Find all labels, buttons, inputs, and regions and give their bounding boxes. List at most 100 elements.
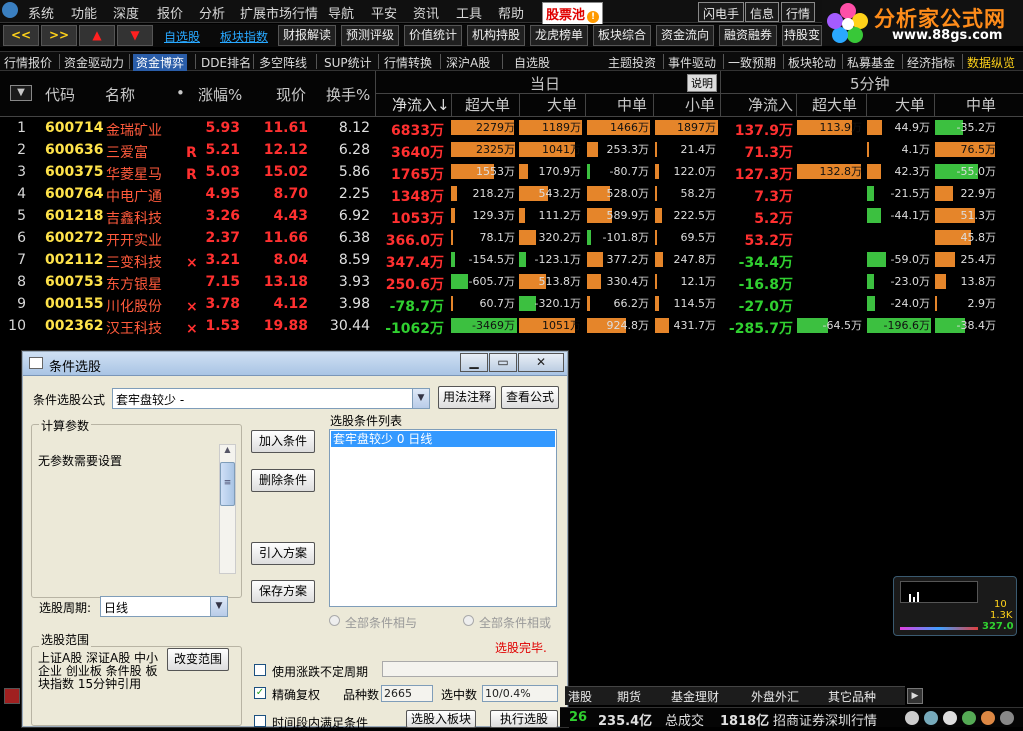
tab-sh-sz-a[interactable]: 深沪A股 (446, 54, 490, 71)
network-icon[interactable] (924, 711, 938, 725)
table-row[interactable]: 10 002362 汉王科技 × 1.53 19.88 30.44 -1062万 -285.7万… (0, 315, 1023, 337)
stock-name[interactable]: 三变科技 (106, 252, 162, 272)
to-block-button[interactable]: 选股入板块 (406, 710, 476, 728)
value-stats-button[interactable]: 价值统计 (404, 25, 462, 46)
chevron-down-icon[interactable]: ▼ (210, 597, 227, 616)
dialog-titlebar[interactable]: 条件选股 ▁ ▭ ✕ (23, 352, 567, 376)
stock-name[interactable]: 开开实业 (106, 230, 162, 250)
col-change-pct[interactable]: 涨幅% (198, 84, 242, 105)
tab-futures[interactable]: 期货 (617, 688, 641, 705)
stock-name[interactable]: 金瑞矿业 (106, 120, 162, 140)
radio-all-or[interactable] (463, 615, 474, 626)
sort-dropdown-icon[interactable]: ▼ (10, 85, 32, 101)
menu-function[interactable]: 功能 (71, 3, 97, 22)
stock-code[interactable]: 002112 (45, 252, 103, 268)
col-large[interactable]: 大单 (547, 94, 577, 115)
financial-report-button[interactable]: 财报解读 (278, 25, 336, 46)
col-code[interactable]: 代码 (45, 84, 75, 105)
page-forward-button[interactable]: >> (41, 25, 77, 46)
col-5min-large[interactable]: 大单 (895, 94, 925, 115)
import-scheme-button[interactable]: 引入方案 (251, 542, 315, 565)
tab-quotes[interactable]: 行情报价 (4, 54, 52, 71)
col-5min-net-inflow[interactable]: 净流入 (748, 94, 793, 115)
stock-code[interactable]: 600753 (45, 274, 103, 290)
col-5min-super-large[interactable]: 超大单 (812, 94, 857, 115)
table-row[interactable]: 3 600375 华菱星马 R 5.03 15.02 5.86 1765万 127.3万 1553… (0, 161, 1023, 183)
down-arrow-button[interactable]: ▼ (117, 25, 153, 46)
tab-scroll-right-icon[interactable]: ▶ (907, 688, 923, 704)
col-name[interactable]: 名称 (105, 84, 135, 105)
stock-name[interactable]: 中电广通 (106, 186, 162, 206)
menu-stock-pool[interactable]: 股票池! (542, 2, 604, 25)
col-turnover[interactable]: 换手% (326, 84, 370, 105)
up-arrow-button[interactable]: ▲ (79, 25, 115, 46)
stock-name[interactable]: 汉王科技 (106, 318, 162, 338)
tab-dde-rank[interactable]: DDE排名 (201, 54, 251, 71)
stock-code[interactable]: 600714 (45, 120, 103, 136)
col-5min-medium[interactable]: 中单 (966, 94, 996, 115)
stock-name[interactable]: 川化股份 (106, 296, 162, 316)
stock-name[interactable]: 吉鑫科技 (106, 208, 162, 228)
menu-tools[interactable]: 工具 (456, 3, 482, 22)
precise-adjust-checkbox[interactable]: ✓ (254, 687, 266, 699)
capital-flow-button[interactable]: 资金流向 (656, 25, 714, 46)
view-formula-button[interactable]: 查看公式 (501, 386, 559, 409)
forecast-rating-button[interactable]: 预测评级 (341, 25, 399, 46)
execute-screen-button[interactable]: 执行选股 (490, 710, 558, 728)
explain-button[interactable]: 说明 (687, 74, 717, 92)
table-row[interactable]: 2 600636 三爱富 R 5.21 12.12 6.28 3640万 71.3万 2325万 1… (0, 139, 1023, 161)
table-row[interactable]: 5 601218 吉鑫科技 3.26 4.43 6.92 1053万 5.2万 129.3万 11… (0, 205, 1023, 227)
sector-summary-button[interactable]: 板块综合 (593, 25, 651, 46)
lock-icon[interactable] (1000, 711, 1014, 725)
stock-code[interactable]: 600272 (45, 230, 103, 246)
scroll-thumb[interactable]: ≡ (220, 462, 235, 506)
scroll-up-icon[interactable]: ▲ (220, 445, 235, 459)
period-select[interactable]: 日线 ▼ (100, 596, 228, 617)
menu-quote[interactable]: 报价 (157, 3, 183, 22)
tab-consensus[interactable]: 一致预期 (728, 54, 776, 71)
watchlist-link[interactable]: 自选股 (164, 28, 200, 45)
close-icon[interactable]: ✕ (518, 353, 564, 372)
stock-name[interactable]: 三爱富 (106, 142, 148, 162)
tab-quote-switch[interactable]: 行情转换 (384, 54, 432, 71)
tab-capital-drive[interactable]: 资金驱动力 (64, 54, 124, 71)
col-medium[interactable]: 中单 (617, 94, 647, 115)
save-scheme-button[interactable]: 保存方案 (251, 580, 315, 603)
institution-holdings-button[interactable]: 机构持股 (467, 25, 525, 46)
radio-all-and[interactable] (329, 615, 340, 626)
margin-trading-button[interactable]: 融资融券 (719, 25, 777, 46)
stock-code[interactable]: 601218 (45, 208, 103, 224)
mini-monitor-widget[interactable]: 10 1.3K 327.0 (893, 576, 1017, 636)
corner-icon[interactable] (4, 688, 20, 704)
signal-icon[interactable] (962, 711, 976, 725)
minimize-icon[interactable]: ▁ (460, 353, 488, 372)
tab-watchlist[interactable]: 自选股 (514, 54, 550, 71)
formula-select[interactable]: 套牢盘较少 - ▼ (112, 388, 430, 409)
settings-icon[interactable] (905, 711, 919, 725)
tab-others[interactable]: 其它品种 (828, 688, 876, 705)
change-range-button[interactable]: 改变范围 (167, 648, 229, 671)
col-price[interactable]: 现价 (276, 84, 306, 105)
add-condition-button[interactable]: 加入条件 (251, 430, 315, 453)
usage-notes-button[interactable]: 用法注释 (438, 386, 496, 409)
menu-pingan[interactable]: 平安 (371, 3, 397, 22)
tab-data-overview[interactable]: 数据纵览 (967, 54, 1015, 71)
params-scrollbar[interactable]: ▲ ≡ (219, 444, 236, 574)
tab-long-short[interactable]: 多空阵线 (259, 54, 307, 71)
tab-theme-investing[interactable]: 主题投资 (608, 54, 656, 71)
condition-list-item[interactable]: 套牢盘较少 0 日线 (331, 431, 555, 447)
menu-help[interactable]: 帮助 (498, 3, 524, 22)
stock-name[interactable]: 东方银星 (106, 274, 162, 294)
tab-sector-rotation[interactable]: 板块轮动 (788, 54, 836, 71)
page-back-button[interactable]: << (3, 25, 39, 46)
table-row[interactable]: 4 600764 中电广通 4.95 8.70 2.25 1348万 7.3万 218.2万 54… (0, 183, 1023, 205)
chevron-down-icon[interactable]: ▼ (412, 389, 429, 408)
stock-name[interactable]: 华菱星马 (106, 164, 162, 184)
indefinite-period-checkbox[interactable] (254, 664, 266, 676)
menu-news[interactable]: 资讯 (413, 3, 439, 22)
app-icon[interactable] (2, 2, 18, 18)
table-row[interactable]: 8 600753 东方银星 7.15 13.18 3.93 250.6万 -16.8万 -605… (0, 271, 1023, 293)
stock-code[interactable]: 600375 (45, 164, 103, 180)
time-icon[interactable] (943, 711, 957, 725)
stock-code[interactable]: 600636 (45, 142, 103, 158)
